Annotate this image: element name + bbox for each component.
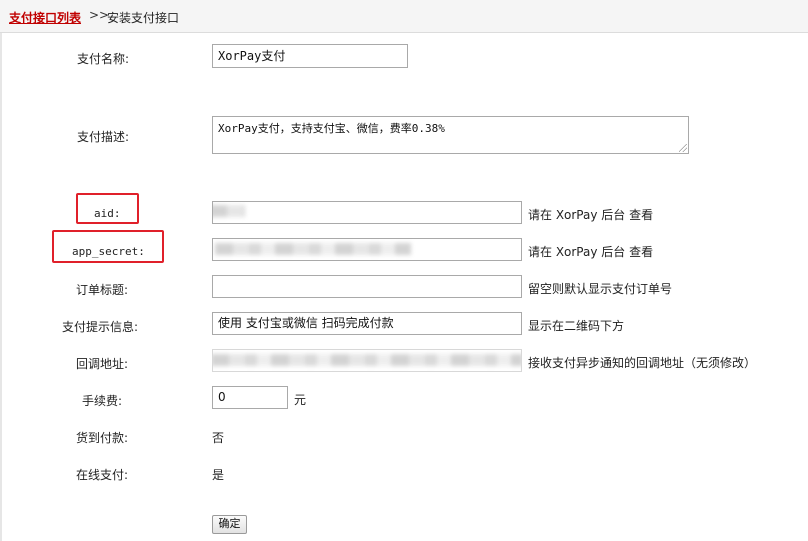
order-title-label: 订单标题: (76, 283, 129, 297)
aid-redacted (213, 205, 245, 217)
pay-tip-hint: 显示在二维码下方 (528, 319, 625, 333)
aid-hint: 请在 XorPay 后台 查看 (528, 208, 654, 222)
left-border (0, 33, 2, 541)
cod-label: 货到付款: (76, 431, 129, 445)
submit-button[interactable]: 确定 (212, 515, 247, 534)
app-secret-hint: 请在 XorPay 后台 查看 (528, 245, 654, 259)
pay-tip-input[interactable]: 使用 支付宝或微信 扫码完成付款 (212, 312, 522, 335)
pay-tip-label: 支付提示信息: (62, 320, 139, 334)
resize-grip-icon[interactable] (679, 144, 687, 152)
app-secret-label: app_secret: (72, 245, 145, 258)
app-secret-redacted (215, 243, 411, 255)
order-title-input[interactable] (212, 275, 522, 298)
pay-desc-label: 支付描述: (77, 130, 130, 144)
breadcrumb-link-payment-list[interactable]: 支付接口列表 (9, 9, 81, 26)
breadcrumb-current: 安装支付接口 (107, 11, 180, 25)
pay-desc-textarea[interactable]: XorPay支付，支持支付宝、微信，费率0.38% (212, 116, 689, 154)
fee-label: 手续费: (82, 394, 123, 408)
app-secret-input[interactable] (212, 238, 522, 261)
fee-unit: 元 (294, 393, 307, 407)
callback-redacted (213, 354, 521, 366)
cod-value: 否 (212, 431, 225, 445)
aid-input[interactable] (212, 201, 522, 224)
callback-input[interactable] (212, 349, 522, 372)
order-title-hint: 留空则默认显示支付订单号 (528, 282, 673, 296)
pay-name-label: 支付名称: (77, 52, 130, 66)
aid-label: aid: (94, 207, 121, 220)
pay-name-input[interactable]: XorPay支付 (212, 44, 408, 68)
pay-desc-text: XorPay支付，支持支付宝、微信，费率0.38% (218, 122, 445, 135)
online-label: 在线支付: (76, 468, 129, 482)
breadcrumb-bar: 支付接口列表 >> 安装支付接口 (0, 0, 808, 33)
callback-hint: 接收支付异步通知的回调地址（无须修改） (528, 356, 757, 370)
fee-input[interactable]: 0 (212, 386, 288, 409)
callback-label: 回调地址: (76, 357, 129, 371)
online-value: 是 (212, 468, 225, 482)
